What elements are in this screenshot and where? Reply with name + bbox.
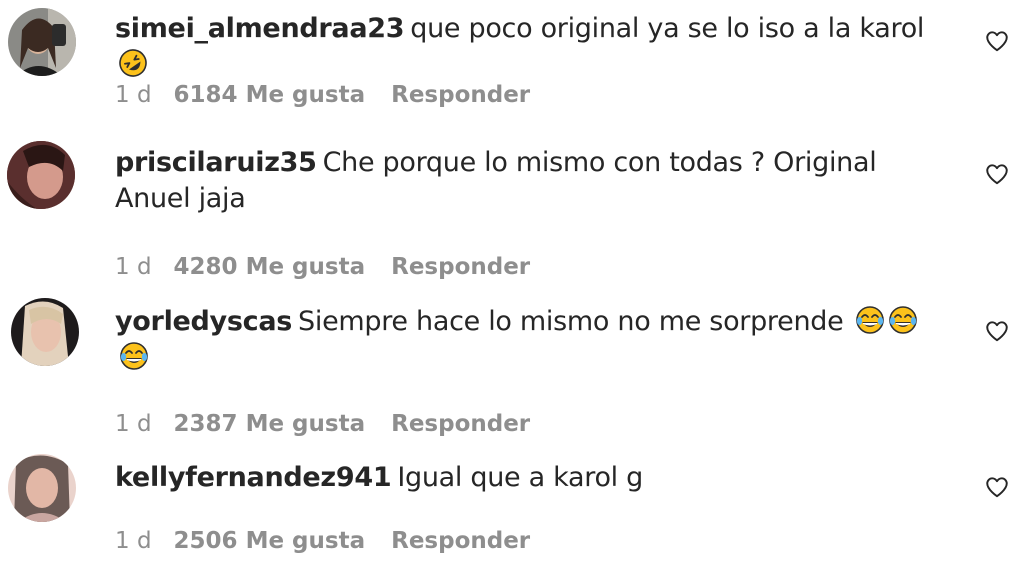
- comment-body: yorledyscas Siempre hace lo mismo no me s…: [115, 304, 955, 376]
- comment-meta: 1 d 2506 Me gusta Responder: [115, 526, 530, 556]
- comment-time: 1 d: [115, 254, 152, 280]
- like-count[interactable]: 2506 Me gusta: [174, 528, 366, 554]
- comment-body: priscilaruiz35 Che porque lo mismo con to…: [115, 145, 955, 217]
- comment-time: 1 d: [115, 411, 152, 437]
- comment-meta: 1 d 2387 Me gusta Responder: [115, 409, 530, 439]
- like-count[interactable]: 4280 Me gusta: [174, 254, 366, 280]
- comment-time: 1 d: [115, 82, 152, 108]
- reply-button[interactable]: Responder: [391, 411, 530, 437]
- face-with-tears-of-joy-icon: [888, 305, 918, 335]
- reply-button[interactable]: Responder: [391, 254, 530, 280]
- heart-outline-icon[interactable]: [984, 28, 1010, 54]
- comment-username[interactable]: simei_almendraa23: [115, 13, 405, 44]
- comment-username[interactable]: kellyfernandez941: [115, 462, 392, 493]
- comment-time: 1 d: [115, 528, 152, 554]
- comment-meta: 1 d 4280 Me gusta Responder: [115, 252, 530, 282]
- avatar[interactable]: [11, 298, 79, 366]
- rolling-on-floor-laughing-icon: [118, 48, 148, 78]
- comment-meta: 1 d 6184 Me gusta Responder: [115, 80, 530, 110]
- heart-outline-icon[interactable]: [984, 161, 1010, 187]
- like-count[interactable]: 2387 Me gusta: [174, 411, 366, 437]
- comment-body: simei_almendraa23 que poco original ya se…: [115, 11, 955, 83]
- heart-outline-icon[interactable]: [984, 474, 1010, 500]
- like-count[interactable]: 6184 Me gusta: [174, 82, 366, 108]
- comment-body: kellyfernandez941 Igual que a karol g: [115, 460, 955, 496]
- avatar[interactable]: [7, 141, 75, 209]
- face-with-tears-of-joy-icon: [119, 341, 149, 371]
- avatar[interactable]: [8, 454, 76, 522]
- comment-username[interactable]: yorledyscas: [115, 306, 292, 337]
- face-with-tears-of-joy-icon: [855, 305, 885, 335]
- reply-button[interactable]: Responder: [391, 528, 530, 554]
- comment-text: Siempre hace lo mismo no me sorprende: [298, 306, 844, 337]
- comment-username[interactable]: priscilaruiz35: [115, 147, 317, 178]
- heart-outline-icon[interactable]: [984, 318, 1010, 344]
- comment-text: Igual que a karol g: [397, 462, 643, 493]
- comment-text: que poco original ya se lo iso a la karo…: [410, 13, 925, 44]
- avatar[interactable]: [8, 8, 76, 76]
- reply-button[interactable]: Responder: [391, 82, 530, 108]
